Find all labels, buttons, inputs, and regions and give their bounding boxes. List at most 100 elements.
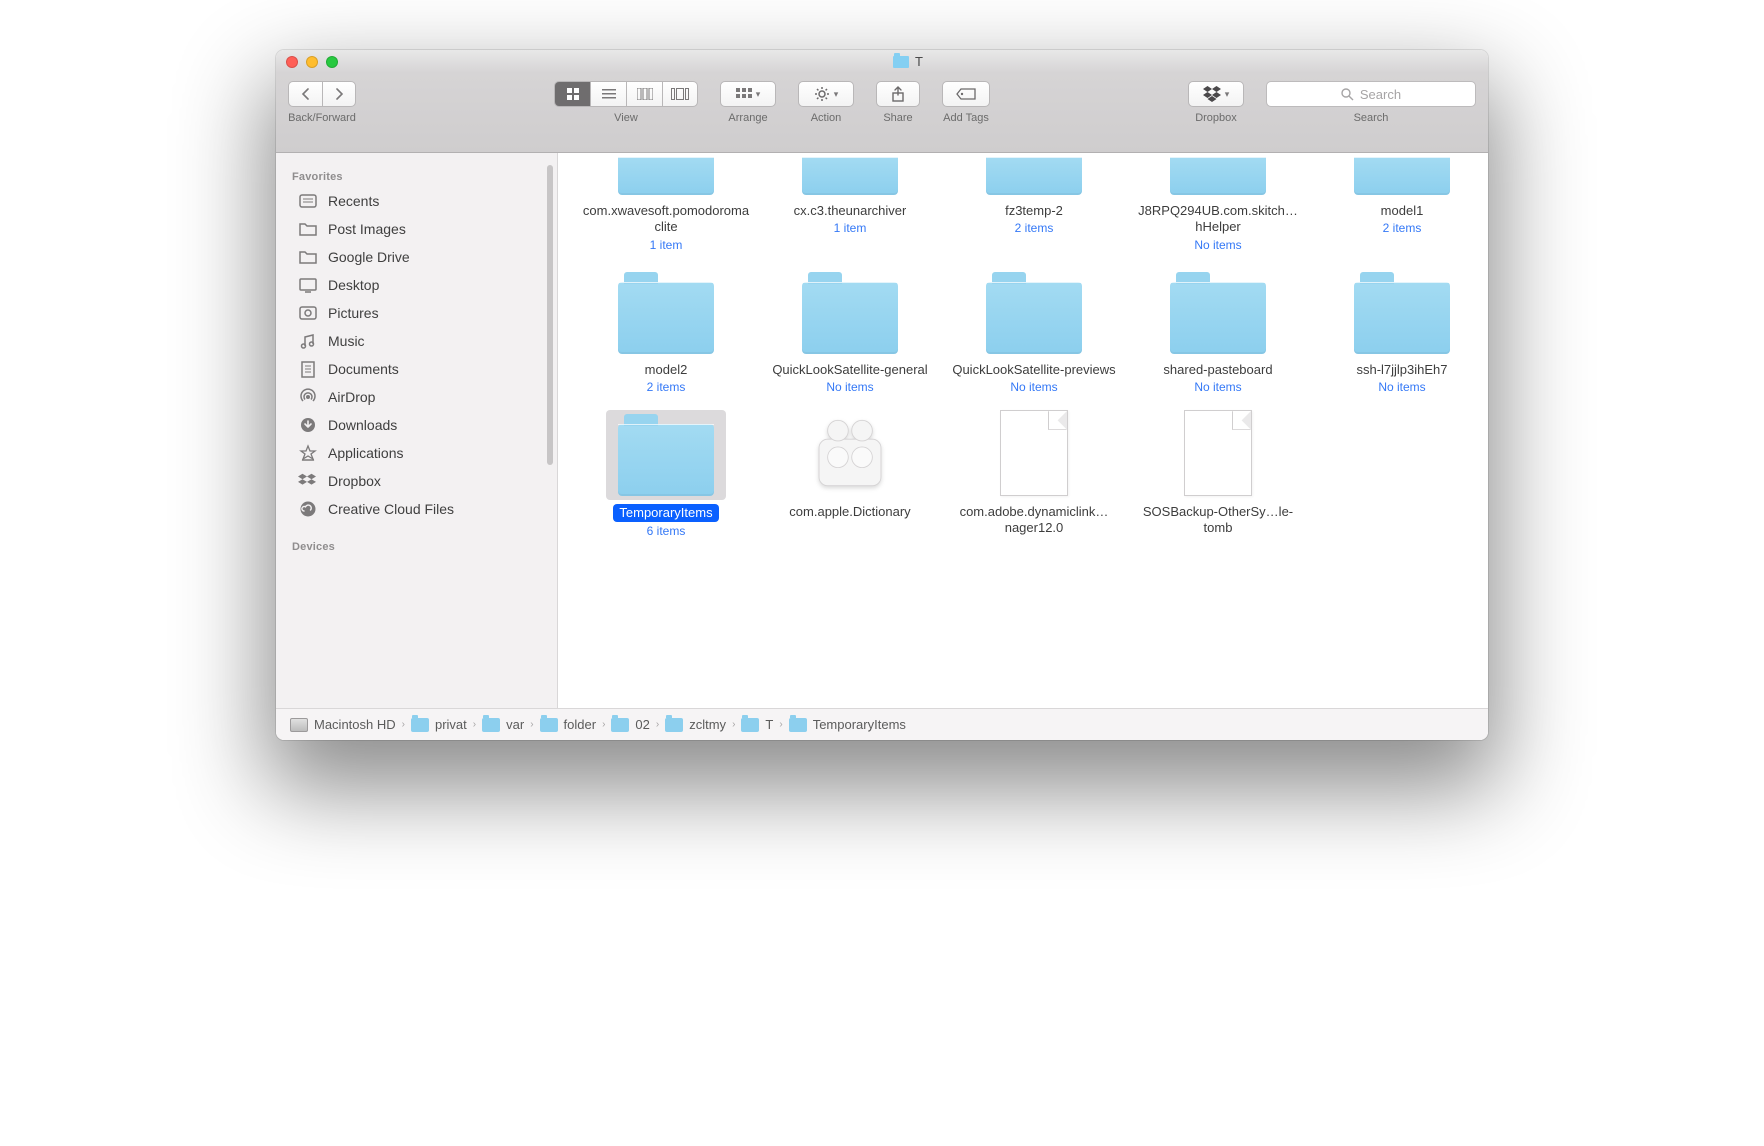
sidebar-item-google-drive[interactable]: Google Drive [276,243,557,271]
folder-icon [974,157,1094,199]
sidebar-item-applications[interactable]: Applications [276,439,557,467]
action-group: ▾ Action [798,81,854,124]
dropbox-label: Dropbox [1195,112,1237,124]
sidebar-item-label: Post Images [328,221,406,237]
sidebar-item-label: Music [328,333,365,349]
folder-icon [611,718,629,732]
file-item[interactable]: QuickLookSatellite-general No items [762,264,938,398]
plugin-icon [790,410,910,500]
file-item-name: com.xwavesoft.pomodoromaclite [581,203,751,236]
chevron-left-icon [301,88,311,100]
close-button[interactable] [286,56,298,68]
view-list-button[interactable] [590,81,626,107]
path-segment[interactable]: TemporaryItems [789,717,906,732]
file-item[interactable]: TemporaryItems 6 items [578,406,754,542]
path-segment[interactable]: 02 [611,717,649,732]
chevron-right-icon: › [473,719,476,730]
column-view-icon [637,88,653,100]
back-button[interactable] [288,81,322,107]
sidebar-item-label: AirDrop [328,389,375,405]
chevron-right-icon: › [402,719,405,730]
file-item-name: cx.c3.theunarchiver [794,203,907,219]
file-item-meta: 6 items [647,524,686,538]
folder-icon [1158,268,1278,358]
path-segment[interactable]: folder [540,717,597,732]
path-segment[interactable]: privat [411,717,467,732]
file-item[interactable]: shared-pasteboardNo items [1130,264,1306,398]
favorites-heading: Favorites [276,163,557,187]
share-button[interactable] [876,81,920,107]
desktop-icon [298,276,318,294]
file-item-name: shared-pasteboard [1163,362,1272,378]
sidebar-item-label: Creative Cloud Files [328,501,454,517]
path-bar: Macintosh HD›privat›var›folder›02›zcltmy… [276,708,1488,740]
file-item-meta: No items [826,380,873,394]
sidebar-item-label: Applications [328,445,404,461]
view-gallery-button[interactable] [662,81,698,107]
file-item[interactable]: cx.c3.theunarchiver 1 item [762,153,938,256]
file-item-name: fz3temp-2 [1005,203,1063,219]
path-segment[interactable]: zcltmy [665,717,726,732]
file-item[interactable]: ssh-l7jjlp3ihEh7No items [1314,264,1488,398]
share-icon [891,86,905,102]
airdrop-icon [298,388,318,406]
sidebar-item-pictures[interactable]: Pictures [276,299,557,327]
downloads-icon [298,416,318,434]
creativecloud-icon [298,500,318,518]
path-segment[interactable]: T [741,717,773,732]
arrange-group: ▾ Arrange [720,81,776,124]
file-item[interactable]: SOSBackup-OtherSy…le-tomb [1130,406,1306,542]
file-icon [1158,410,1278,500]
file-item[interactable]: com.xwavesoft.pomodoromaclite1 item [578,153,754,256]
file-item[interactable]: fz3temp-22 items [946,153,1122,256]
file-item[interactable]: com.adobe.dynamiclink…nager12.0 [946,406,1122,542]
devices-heading: Devices [276,533,557,557]
minimize-button[interactable] [306,56,318,68]
arrange-label: Arrange [728,112,767,124]
file-item[interactable]: com.apple.Dictionary [762,406,938,542]
back-forward-group: Back/Forward [288,81,356,124]
sidebar-item-recents[interactable]: Recents [276,187,557,215]
file-item[interactable]: J8RPQ294UB.com.skitch…hHelperNo items [1130,153,1306,256]
recents-icon [298,192,318,210]
sidebar-item-documents[interactable]: Documents [276,355,557,383]
content-area[interactable]: com.xwavesoft.pomodoromaclite1 itemcx.c3… [558,153,1488,708]
sidebar-item-airdrop[interactable]: AirDrop [276,383,557,411]
file-item-meta: 1 item [834,221,867,235]
file-item-name: TemporaryItems [613,504,718,522]
sidebar-item-desktop[interactable]: Desktop [276,271,557,299]
sidebar-item-label: Recents [328,193,379,209]
arrange-button[interactable]: ▾ [720,81,776,107]
traffic-lights [286,56,338,68]
sidebar-item-creative-cloud-files[interactable]: Creative Cloud Files [276,495,557,523]
path-segment[interactable]: Macintosh HD [290,717,396,732]
sidebar-item-dropbox[interactable]: Dropbox [276,467,557,495]
file-item[interactable]: model22 items [578,264,754,398]
view-column-button[interactable] [626,81,662,107]
search-label: Search [1354,112,1389,124]
action-button[interactable]: ▾ [798,81,854,107]
sidebar-item-label: Downloads [328,417,397,433]
folder-icon [790,157,910,199]
sidebar-item-music[interactable]: Music [276,327,557,355]
arrange-icon [736,88,752,100]
folder-icon [665,718,683,732]
file-item-name: QuickLookSatellite-general [772,362,927,378]
sidebar-item-post-images[interactable]: Post Images [276,215,557,243]
path-segment[interactable]: var [482,717,524,732]
add-tags-button[interactable] [942,81,990,107]
file-item[interactable]: QuickLookSatellite-previewsNo items [946,264,1122,398]
folder-icon [411,718,429,732]
zoom-button[interactable] [326,56,338,68]
search-input[interactable]: Search [1266,81,1476,107]
view-icon-button[interactable] [554,81,590,107]
dropbox-button[interactable]: ▾ [1188,81,1244,107]
forward-button[interactable] [322,81,356,107]
folder-icon [606,157,726,199]
chevron-right-icon [334,88,344,100]
sidebar-item-downloads[interactable]: Downloads [276,411,557,439]
gallery-view-icon [671,88,689,100]
file-item-meta: No items [1378,380,1425,394]
file-item[interactable]: model12 items [1314,153,1488,256]
path-segment-label: T [765,717,773,732]
